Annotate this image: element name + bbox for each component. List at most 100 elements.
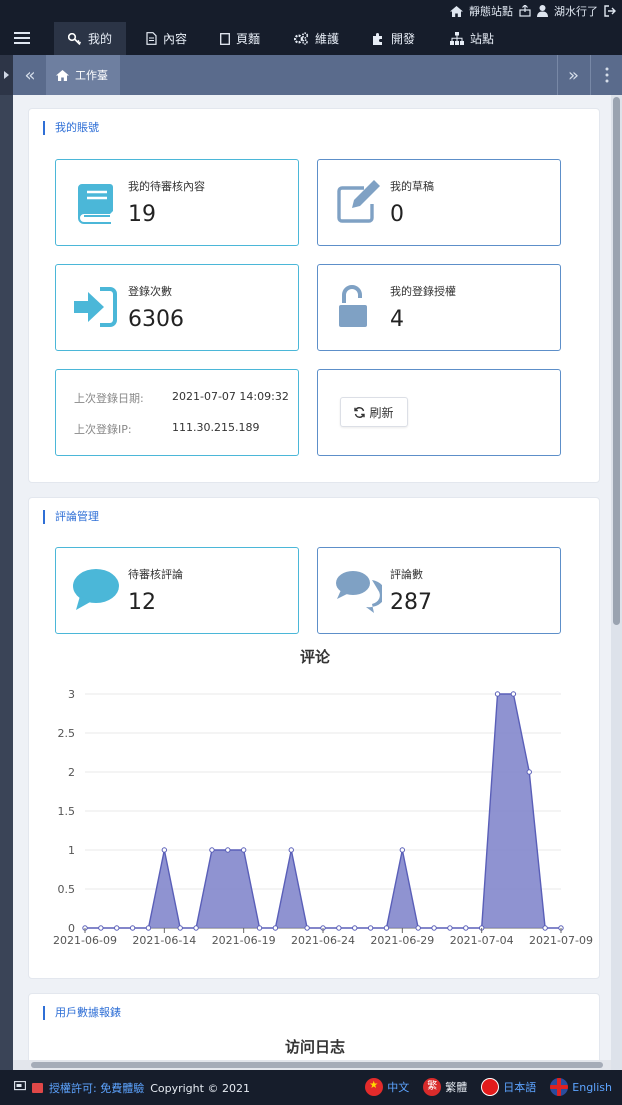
- card-label: 評論數: [390, 568, 423, 581]
- nav-item-site[interactable]: 站點: [436, 22, 508, 55]
- monitor-icon[interactable]: [14, 1081, 26, 1095]
- lang-label: 日本語: [503, 1081, 537, 1094]
- tab-scroll-right-icon[interactable]: »: [557, 55, 589, 95]
- unlock-icon: [339, 285, 367, 327]
- horizontal-scrollbar[interactable]: [13, 1060, 611, 1070]
- data-point: [542, 925, 548, 931]
- y-tick-label: 2.5: [58, 727, 76, 740]
- license-link[interactable]: 授權許可: 免費體驗: [49, 1080, 144, 1096]
- refresh-label: 刷新: [369, 405, 394, 420]
- card-value: 287: [390, 590, 432, 615]
- cogs-icon: [293, 32, 309, 45]
- panel-title: 我的賬號: [43, 121, 99, 135]
- lang-label: 中文: [387, 1081, 410, 1094]
- card-label: 待審核評論: [128, 568, 183, 581]
- data-point: [399, 847, 406, 853]
- main-nav: 我的 內容 頁麵 維護 開發 站點: [0, 22, 622, 55]
- left-strip: [0, 95, 13, 1070]
- user-name[interactable]: 湖水行了: [554, 3, 598, 19]
- nav-item-content[interactable]: 內容: [132, 22, 201, 55]
- key-icon: [68, 32, 82, 45]
- book-icon: [78, 184, 113, 224]
- y-tick-label: 0.5: [58, 883, 76, 896]
- draft-card[interactable]: 我的草稿 0: [317, 159, 561, 246]
- last-login-date-label: 上次登錄日期:: [74, 392, 144, 405]
- pending-comments-card[interactable]: 待審核評論 12: [55, 547, 299, 634]
- panel-title: 評論管理: [43, 510, 99, 524]
- tab-bar: « 工作臺 »: [0, 55, 622, 95]
- lang-ja[interactable]: 日本語: [481, 1078, 536, 1096]
- export-icon[interactable]: [519, 5, 531, 17]
- x-tick-label: 2021-06-19: [212, 934, 276, 947]
- data-point: [177, 925, 183, 931]
- nav-item-mine[interactable]: 我的: [54, 22, 127, 55]
- sidebar-expand-icon[interactable]: [0, 55, 13, 95]
- data-point: [510, 691, 517, 697]
- x-tick-label: 2021-07-09: [529, 934, 593, 947]
- nav-item-pages[interactable]: 頁麵: [206, 22, 274, 55]
- lang-en[interactable]: English: [550, 1078, 612, 1096]
- comment-count-card[interactable]: 評論數 287: [317, 547, 561, 634]
- comments-panel: 評論管理 待審核評論 12 評論數 287 评论 0 0.5 1 1.5 2 2.5 3 20…: [28, 497, 600, 979]
- data-point: [367, 925, 374, 931]
- data-point: [98, 925, 104, 931]
- data-point: [256, 925, 263, 931]
- nav-label: 站點: [470, 32, 495, 46]
- data-point: [447, 925, 453, 931]
- china-flag-icon: ★: [365, 1078, 384, 1096]
- tab-workbench[interactable]: 工作臺: [46, 55, 120, 95]
- japan-flag-icon: [481, 1078, 500, 1096]
- logout-icon[interactable]: [604, 5, 616, 17]
- home-icon[interactable]: [450, 5, 463, 17]
- card-label: 我的草稿: [390, 180, 434, 193]
- menu-toggle-icon[interactable]: [14, 32, 30, 45]
- data-point: [336, 925, 342, 931]
- top-links: 靜態站點 湖水行了: [450, 3, 616, 19]
- vertical-scroll-thumb[interactable]: [613, 97, 620, 625]
- x-tick-label: 2021-06-24: [291, 934, 355, 947]
- footer: 授權許可: 免費體驗 Copyright © 2021 ★ 中文 繁 繁體 日本…: [0, 1070, 622, 1105]
- data-point: [272, 925, 279, 931]
- card-label: 我的待審核內容: [128, 180, 205, 193]
- data-point: [193, 925, 199, 931]
- last-login-ip-label: 上次登錄IP:: [74, 423, 132, 436]
- last-login-card: 上次登錄日期: 2021-07-07 14:09:32 上次登錄IP: 111.…: [55, 369, 299, 456]
- nav-item-maintenance[interactable]: 維護: [279, 22, 353, 55]
- data-point: [288, 847, 294, 853]
- card-label: 登錄次數: [128, 285, 172, 298]
- refresh-button[interactable]: 刷新: [340, 397, 408, 427]
- data-point: [225, 847, 231, 853]
- pending-content-card[interactable]: 我的待審核內容 19: [55, 159, 299, 246]
- tab-scroll-left-icon[interactable]: «: [14, 55, 46, 95]
- traditional-flag-icon: 繁: [423, 1078, 442, 1096]
- user-icon: [537, 5, 548, 17]
- card-value: 19: [128, 202, 156, 227]
- lang-zh[interactable]: ★ 中文: [365, 1078, 409, 1096]
- nav-item-develop[interactable]: 開發: [358, 22, 429, 55]
- sitemap-icon: [450, 32, 464, 45]
- comment-chart: 00.511.522.532021-06-09 2021-06-14 2021-06…: [53, 688, 593, 947]
- puzzle-icon: [373, 33, 382, 45]
- page-icon: [220, 32, 230, 45]
- visit-log-title: 访问日志: [284, 1038, 345, 1056]
- data-point: [129, 925, 136, 931]
- edit-icon: [337, 180, 380, 223]
- login-count-card[interactable]: 登錄次數 6306: [55, 264, 299, 351]
- copyright-text: Copyright © 2021: [150, 1081, 250, 1095]
- document-icon: [146, 32, 157, 45]
- card-value: 12: [128, 590, 156, 615]
- tab-menu-icon[interactable]: [590, 55, 622, 95]
- y-tick-label: 2: [68, 766, 75, 779]
- data-point: [431, 925, 437, 931]
- data-point: [145, 925, 152, 931]
- x-tick-label: 2021-06-09: [53, 934, 117, 947]
- data-point: [463, 925, 469, 931]
- book-red-icon[interactable]: [32, 1083, 43, 1093]
- login-auth-card[interactable]: 我的登錄授權 4: [317, 264, 561, 351]
- uk-flag-icon: [550, 1078, 569, 1096]
- workbench-content: 我的賬號 我的待審核內容 19 我的草稿 0 登錄次數 6306 我的登錄授權 …: [13, 95, 611, 1070]
- lang-tw[interactable]: 繁 繁體: [423, 1078, 467, 1096]
- y-tick-label: 1.5: [58, 805, 76, 818]
- home-icon: [56, 69, 69, 81]
- static-site-link[interactable]: 靜態站點: [469, 3, 513, 19]
